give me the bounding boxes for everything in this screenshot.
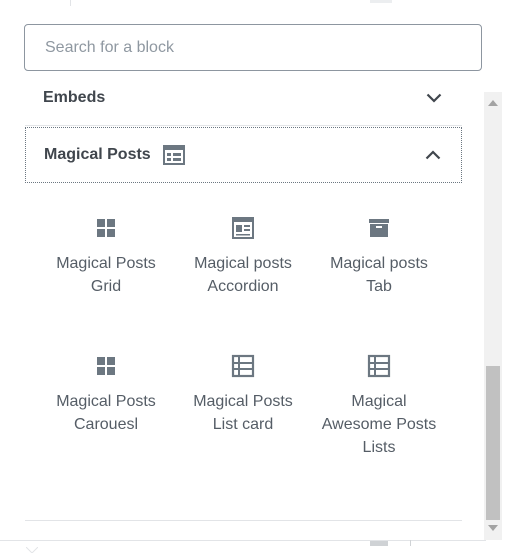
block-label: Carouesl (73, 416, 139, 433)
popover-arrow (25, 540, 39, 554)
section-embeds-toggle[interactable]: Embeds (25, 78, 462, 126)
block-label: Grid (90, 278, 122, 295)
block-magical-posts-tab[interactable]: Magical posts Tab (314, 216, 444, 298)
block-label: Awesome Posts (321, 416, 437, 433)
block-label: List card (212, 416, 274, 433)
section-divider (25, 520, 462, 521)
scrollbar-thumb[interactable] (486, 366, 500, 520)
section-magical-posts-heading: Magical Posts (44, 145, 185, 165)
background-divider (410, 540, 411, 546)
block-label: Magical (351, 393, 407, 410)
frame-edge (370, 0, 392, 3)
block-search (24, 24, 482, 71)
section-embeds-title: Embeds (43, 88, 106, 106)
block-magical-posts-carousel[interactable]: Magical Posts Carouesl (41, 354, 171, 436)
block-magical-posts-grid[interactable]: Magical Posts Grid (41, 216, 171, 298)
panel-bottom-border (0, 540, 486, 541)
search-input[interactable] (25, 25, 481, 70)
grid-icon (94, 354, 118, 378)
archive-tab-icon (367, 216, 391, 240)
frame-divider (70, 0, 71, 6)
block-label: Magical Posts (56, 393, 156, 410)
magical-posts-category-icon (162, 145, 185, 165)
block-list: Embeds Magical Posts Magical Posts Grid … (0, 78, 505, 540)
block-label: Accordion (207, 278, 279, 295)
grid-icon (94, 216, 118, 240)
list-card-icon (231, 354, 255, 378)
block-label: Tab (366, 278, 392, 295)
scroll-down-arrow-icon[interactable] (488, 525, 498, 531)
scroll-up-arrow-icon[interactable] (488, 100, 498, 106)
block-magical-awesome-posts-lists[interactable]: Magical Awesome Posts Lists (314, 354, 444, 459)
section-magical-posts-title: Magical Posts (44, 146, 151, 163)
block-label: Magical Posts (56, 255, 156, 272)
list-card-icon (367, 354, 391, 378)
block-magical-posts-list-card[interactable]: Magical Posts List card (178, 354, 308, 436)
block-label: Lists (362, 439, 396, 456)
block-label: Magical posts (330, 255, 428, 272)
section-magical-posts-toggle[interactable]: Magical Posts (25, 127, 462, 183)
chevron-down-icon (424, 88, 444, 108)
block-label: Magical Posts (193, 393, 293, 410)
block-magical-posts-accordion[interactable]: Magical posts Accordion (178, 216, 308, 298)
block-label: Magical posts (194, 255, 292, 272)
chevron-up-icon (423, 145, 443, 165)
accordion-icon (231, 216, 255, 240)
background-fragment (370, 541, 388, 546)
